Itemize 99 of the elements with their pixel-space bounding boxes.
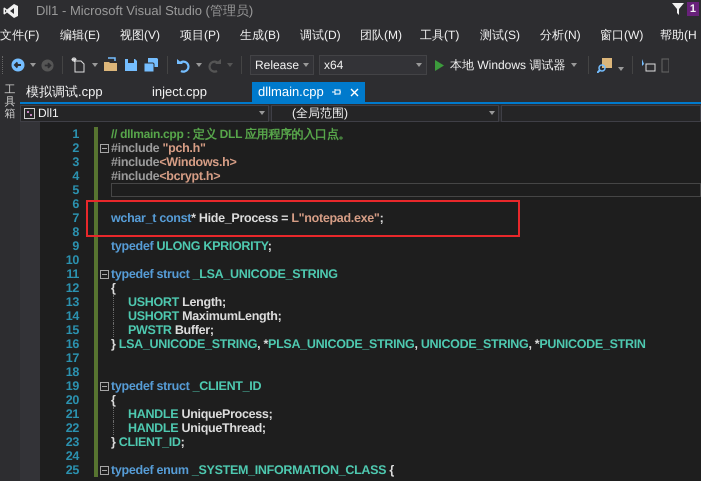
dropdown-caret-icon[interactable]	[489, 111, 495, 115]
code-line: HANDLE UniqueThread;	[128, 421, 266, 435]
menu-item[interactable]: 测试(S)	[480, 28, 520, 42]
code-line: {	[111, 393, 116, 407]
menu-item[interactable]: 编辑(E)	[60, 28, 100, 42]
dropdown-caret-icon[interactable]	[259, 111, 265, 115]
line-number: 17	[64, 351, 79, 365]
new-item-icon[interactable]	[71, 57, 87, 73]
collapse-icon[interactable]	[100, 144, 109, 152]
pin-icon[interactable]	[332, 88, 342, 96]
open-folder-icon[interactable]	[103, 57, 119, 73]
editor-tab[interactable]: 模拟调试.cpp	[20, 82, 146, 102]
visual-studio-logo-icon	[3, 3, 19, 19]
code-line: wchar_t const* Hide_Process = L"notepad.exe";	[111, 211, 384, 225]
editor-tab[interactable]: inject.cpp	[146, 82, 252, 102]
code-line: #include "pch.h"	[111, 141, 206, 155]
notification-badge[interactable]: 1	[686, 2, 699, 16]
code-line: typedef ULONG KPRIORITY;	[111, 239, 272, 253]
code-line: } CLIENT_ID;	[111, 435, 185, 449]
dropdown-caret-icon[interactable]	[303, 63, 309, 67]
window-title: Dll1 - Microsoft Visual Studio (管理员)	[36, 2, 254, 20]
project-name: Dll1	[38, 105, 59, 122]
line-number: 23	[64, 435, 79, 449]
pointer-icon[interactable]	[641, 58, 656, 72]
line-number: 24	[64, 449, 79, 463]
line-number: 25	[64, 463, 79, 477]
start-debugging-button[interactable]: 本地 Windows 调试器	[432, 55, 580, 75]
scope-name: (全局范围)	[292, 105, 348, 122]
menu-item[interactable]: 分析(N)	[540, 28, 581, 42]
panel-icon[interactable]	[661, 58, 670, 72]
scope-dropdown[interactable]: (全局范围)	[271, 104, 499, 122]
back-icon[interactable]	[11, 58, 25, 72]
line-number: 13	[64, 295, 79, 309]
line-number: 11	[65, 267, 79, 281]
line-number: 19	[64, 379, 79, 393]
undo-icon[interactable]	[176, 58, 191, 72]
code-line: typedef enum _SYSTEM_INFORMATION_CLASS {	[111, 463, 394, 477]
code-line: #include<bcrypt.h>	[111, 169, 220, 183]
editor-tab[interactable]: dllmain.cpp	[252, 82, 365, 102]
menu-item[interactable]: 文件(F)	[0, 28, 40, 42]
line-number: 14	[64, 309, 79, 323]
menu-item[interactable]: 帮助(H	[660, 28, 697, 42]
line-number: 1	[71, 127, 79, 141]
configuration-dropdown[interactable]: Release	[250, 55, 314, 75]
line-number: 21	[64, 407, 79, 421]
line-number: 8	[71, 225, 79, 239]
line-number: 12	[64, 281, 79, 295]
platform-dropdown[interactable]: x64	[319, 55, 427, 75]
collapse-icon[interactable]	[100, 466, 109, 474]
code-line: USHORT Length;	[128, 295, 226, 309]
code-line: #include<Windows.h>	[111, 155, 236, 169]
line-number: 20	[64, 393, 79, 407]
line-number: 4	[71, 169, 79, 183]
menu-item[interactable]: 团队(M)	[360, 28, 402, 42]
line-number: 5	[71, 183, 79, 197]
dropdown-caret-icon[interactable]	[571, 63, 578, 67]
find-in-files-icon[interactable]	[597, 57, 614, 73]
dropdown-caret-icon[interactable]	[416, 63, 422, 67]
dropdown-caret-icon[interactable]	[92, 63, 98, 67]
menu-item[interactable]: 窗口(W)	[600, 28, 644, 42]
line-number: 2	[71, 141, 79, 155]
menu-item[interactable]: 项目(P)	[180, 28, 220, 42]
platform-value: x64	[324, 57, 344, 74]
collapse-icon[interactable]	[100, 382, 109, 390]
code-line: USHORT MaximumLength;	[128, 309, 282, 323]
code-line: typedef struct _CLIENT_ID	[111, 379, 262, 393]
code-line: } LSA_UNICODE_STRING, *PLSA_UNICODE_STRING, UNICODE_STRING, *PUNICODE_STRIN	[111, 337, 646, 351]
class-view-icon	[24, 108, 35, 118]
line-number: 6	[71, 197, 79, 211]
line-number: 10	[64, 253, 79, 267]
play-icon	[435, 60, 444, 70]
close-icon[interactable]	[350, 88, 359, 96]
menu-item[interactable]: 工具(T)	[420, 28, 460, 42]
menu-item[interactable]: 视图(V)	[120, 28, 160, 42]
code-line: typedef struct _LSA_UNICODE_STRING	[111, 267, 338, 281]
configuration-value: Release	[255, 57, 300, 74]
project-dropdown[interactable]: Dll1	[20, 104, 269, 122]
dropdown-caret-icon[interactable]	[618, 67, 624, 71]
code-line: {	[111, 281, 116, 295]
filter-icon[interactable]	[672, 3, 684, 15]
line-number: 16	[64, 337, 79, 351]
dropdown-caret-icon[interactable]	[30, 63, 36, 67]
line-number: 3	[71, 155, 79, 169]
collapse-icon[interactable]	[100, 270, 109, 278]
save-all-icon[interactable]	[143, 57, 159, 73]
menu-item[interactable]: 调试(D)	[300, 28, 341, 42]
code-line: PWSTR Buffer;	[128, 323, 214, 337]
dropdown-caret-icon[interactable]	[196, 63, 202, 67]
menu-item[interactable]: 生成(B)	[240, 28, 280, 42]
line-number: 7	[71, 211, 79, 225]
save-icon[interactable]	[124, 58, 138, 72]
line-number: 9	[71, 239, 79, 253]
code-line: HANDLE UniqueProcess;	[128, 407, 272, 421]
line-number: 18	[64, 365, 79, 379]
code-editor[interactable]	[40, 122, 701, 481]
line-number: 15	[64, 323, 79, 337]
line-number: 22	[64, 421, 79, 435]
code-line: // dllmain.cpp : 定义 DLL 应用程序的入口点。	[111, 127, 350, 141]
toolbox-side-tab[interactable]: 工具箱	[4, 84, 16, 481]
